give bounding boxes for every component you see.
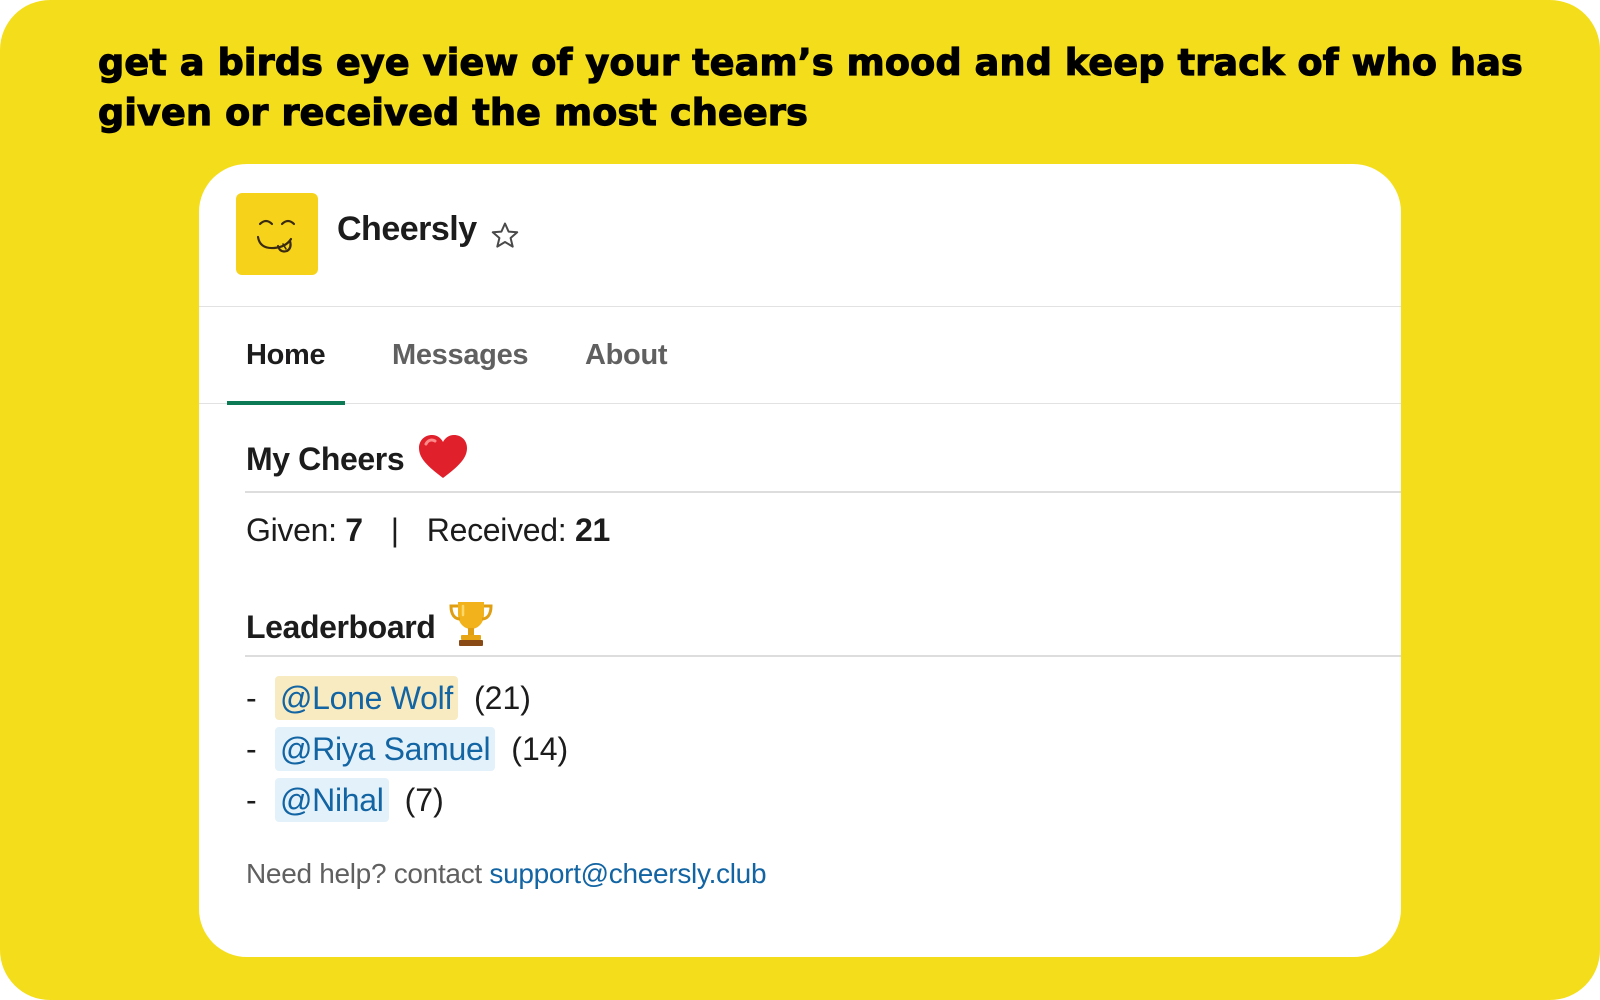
leaderboard-heading: Leaderboard: [246, 598, 496, 648]
app-logo: [236, 193, 318, 275]
leaderboard-bullet: -: [246, 731, 257, 767]
leaderboard-bullet: -: [246, 680, 257, 716]
leaderboard-row: - @Nihal (7): [246, 778, 444, 822]
tab-messages[interactable]: Messages: [392, 307, 529, 404]
user-mention[interactable]: @Nihal: [275, 778, 389, 822]
yellow-background: get a birds eye view of your team’s mood…: [0, 0, 1600, 1000]
leaderboard-bullet: -: [246, 782, 257, 818]
my-cheers-divider: [245, 491, 1401, 493]
active-tab-indicator: [227, 400, 345, 405]
cheer-count: (14): [511, 731, 569, 767]
support-email-link[interactable]: support@cheersly.club: [489, 858, 766, 889]
given-label: Given:: [246, 512, 337, 548]
leaderboard-title: Leaderboard: [246, 609, 436, 645]
help-text: Need help? contact: [246, 858, 482, 889]
cheer-count: (7): [404, 782, 444, 818]
user-mention-self[interactable]: @Lone Wolf: [275, 676, 458, 720]
user-mention[interactable]: @Riya Samuel: [275, 727, 496, 771]
tab-home[interactable]: Home: [246, 307, 326, 404]
tab-bar: Home Messages About: [199, 307, 1401, 405]
received-label: Received:: [426, 512, 567, 548]
app-header: Cheersly: [199, 164, 1401, 307]
headline: get a birds eye view of your team’s mood…: [97, 40, 1523, 134]
leaderboard-row: - @Lone Wolf (21): [246, 676, 531, 720]
leaderboard-divider: [245, 655, 1401, 657]
tab-about[interactable]: About: [585, 307, 668, 404]
given-value: 7: [345, 512, 363, 548]
my-cheers-title: My Cheers: [246, 441, 405, 477]
app-name: Cheersly: [337, 210, 477, 248]
cheers-stats: Given: 7 | Received: 21: [246, 512, 610, 549]
received-value: 21: [575, 512, 610, 548]
stats-separator: |: [390, 512, 399, 548]
smiley-face-icon: [256, 219, 296, 253]
leaderboard-row: - @Riya Samuel (14): [246, 727, 568, 771]
app-window: Cheersly Home Messages About My Cheers G…: [199, 164, 1401, 957]
heart-icon: [418, 435, 467, 478]
cheer-count: (21): [474, 680, 531, 716]
star-icon[interactable]: [489, 220, 521, 252]
trophy-icon: [449, 602, 493, 646]
help-footer: Need help? contact support@cheersly.club: [246, 858, 767, 890]
my-cheers-heading: My Cheers: [246, 434, 469, 480]
